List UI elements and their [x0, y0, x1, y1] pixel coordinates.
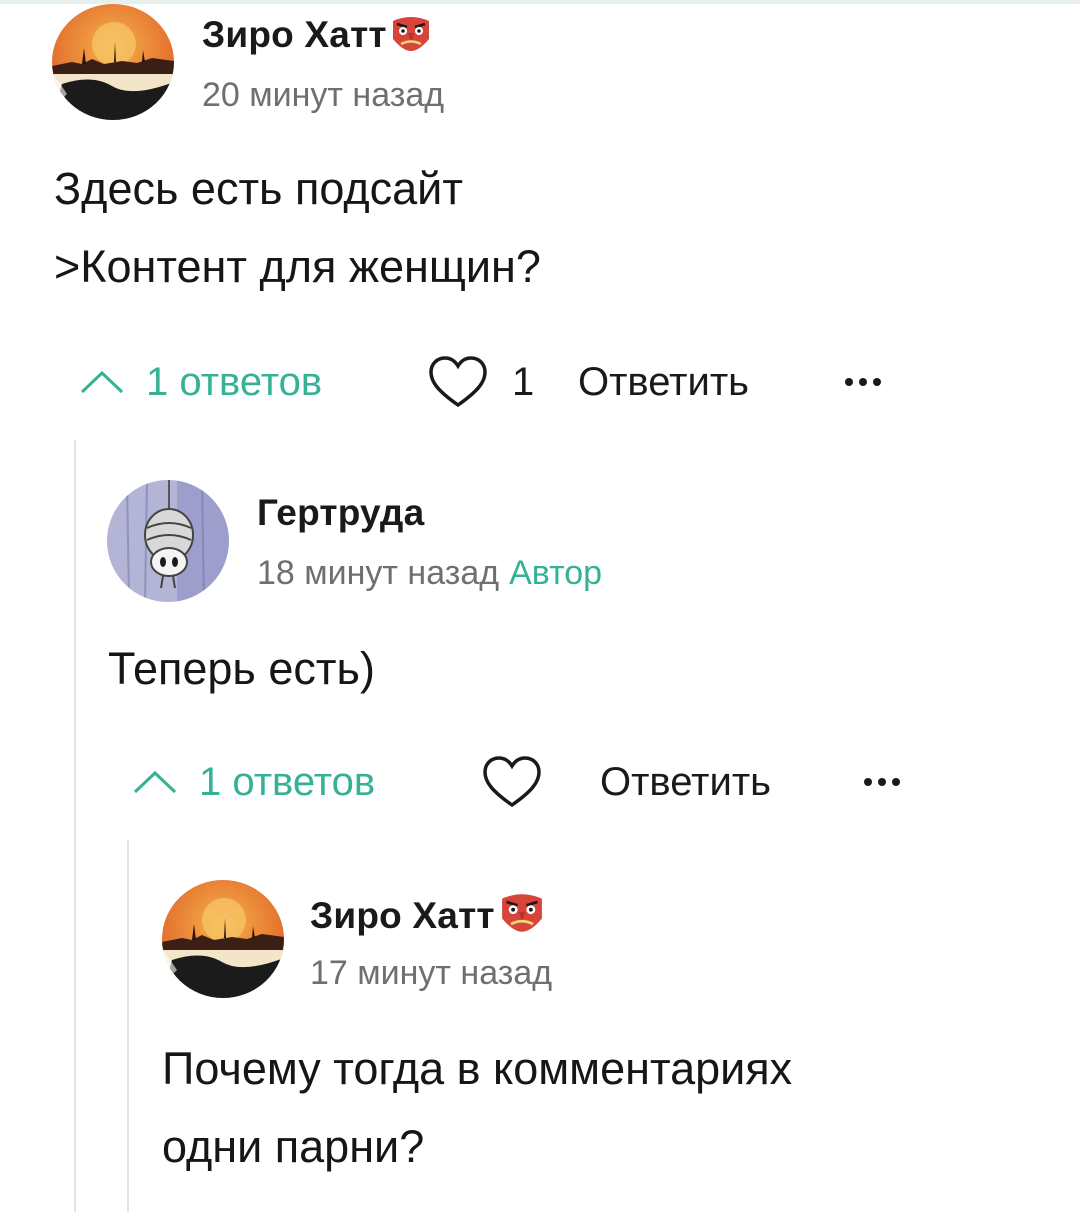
comment-3: Зиро Хатт 17 минут назад Почему тогда в … — [0, 0, 1080, 1212]
comment-text-line: Почему тогда в комментариях — [162, 1043, 793, 1094]
timestamp: 17 минут назад — [310, 954, 553, 992]
tengu-mask-icon — [497, 892, 547, 943]
avatar[interactable] — [162, 880, 284, 998]
comment-text-line: одни парни? — [162, 1121, 425, 1172]
comment-body: Почему тогда в комментариях одни парни? — [162, 1030, 792, 1186]
author-name[interactable]: Зиро Хатт — [310, 892, 547, 943]
